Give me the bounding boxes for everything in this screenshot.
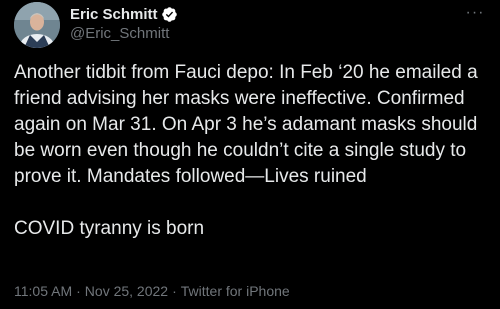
meta-separator: · <box>76 283 81 299</box>
tweet-source[interactable]: Twitter for iPhone <box>181 283 290 299</box>
more-options-button[interactable]: ··· <box>460 0 490 26</box>
tweet-text: Another tidbit from Fauci depo: In Feb ‘… <box>14 62 478 239</box>
author-handle[interactable]: @Eric_Schmitt <box>70 25 169 42</box>
author-name-row: Eric Schmitt <box>70 4 178 24</box>
author-display-name[interactable]: Eric Schmitt <box>70 6 158 23</box>
meta-separator: · <box>172 283 177 299</box>
profile-photo-icon <box>14 2 60 48</box>
verified-badge-icon <box>161 6 178 23</box>
tweet: Eric Schmitt @Eric_Schmitt ··· Another t… <box>0 0 500 309</box>
more-horizontal-icon: ··· <box>465 4 485 21</box>
tweet-date[interactable]: Nov 25, 2022 <box>85 283 168 299</box>
tweet-time[interactable]: 11:05 AM <box>14 283 72 299</box>
tweet-metadata: 11:05 AM · Nov 25, 2022 · Twitter for iP… <box>14 283 290 299</box>
avatar[interactable] <box>14 2 60 48</box>
